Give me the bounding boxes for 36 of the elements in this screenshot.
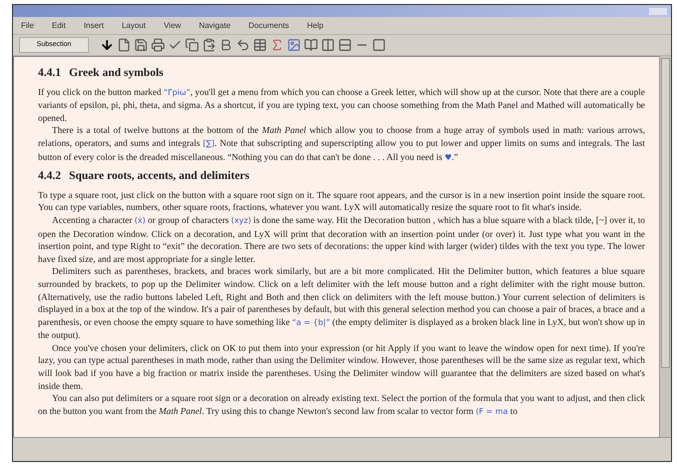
section-title: Square roots, accents, and delimiters (69, 170, 250, 183)
paragraph: Delimiters such as parentheses, brackets, and braces work similarly, but are a bit more complicated. Hit the Delimiter button, which features a blue square surrounded by brackets, to pop up the Delimiter window. Click on a left delimiter with the left mouse button and a right delimiter with the right mouse button. (Alternatively, use the radio buttons labeled Left, Right and Both and then click on delimiters with the left mouse button.) Your current selection of delimiters is displayed in a box at the top of the window. It's a pair of parentheses by default, but with this general selection method you can choose a pair of braces, a brace and a parenthesis, or even choose the empty square to have something like “a = {b|” (the empty delimiter is displayed as a broken black line in LyX, but won't show up in the output). (38, 265, 645, 342)
toolbar-icon[interactable] (287, 38, 301, 52)
section-title: Greek and symbols (69, 67, 164, 80)
arrow-down-icon[interactable] (100, 38, 114, 52)
toolbar-icon[interactable] (270, 38, 284, 52)
menu-item[interactable]: Insert (84, 20, 104, 32)
toolbar-icon[interactable] (219, 38, 233, 52)
toolbar-icon[interactable] (372, 38, 386, 52)
toolbar-icon[interactable] (151, 38, 165, 52)
paragraph: Once you've chosen your delimiters, click on OK to put them into your expression (or hit Apply if you want to leave the window open for next time). If you're lazy, you can type actual parentheses in math mode, rather than using the Delimiter window. However, those parentheses will be the same size as regular text, which will look bad if you have a big fraction or matrix inside the parentheses. Using the Delimiter window will guarantee that the delimiters are sized based on what's inside them. (38, 342, 645, 392)
toolbar-icon[interactable] (321, 38, 335, 52)
menu-item[interactable]: Navigate (198, 20, 231, 32)
toolbar-icon[interactable] (134, 38, 148, 52)
scrollbar-thumb[interactable] (661, 58, 670, 368)
paragraph: You can also put delimiters or a square root sign or a decoration on already existing text. Select the portion of the formula that you want to adjust, and then click on the button you want from the Math Panel. Try using this to change Newton's second law from scalar to vector form (F = ma to (38, 392, 645, 418)
toolbar-icon[interactable] (236, 38, 250, 52)
paragraph: There is a total of twelve buttons at the bottom of the Math Panel which allow you to choose from a huge array of symbols used in math: various arrows, relations, operators, and sums and integrals [∑]. Note that subscripting and superscripting allow you to put lower and upper limits on sums and integrals. The last button of every color is the dreaded miscellaneous. “Nothing you can do that can't be done . . . All you need is ♥.” (38, 124, 645, 164)
toolbar-icon[interactable] (202, 38, 216, 52)
menu-item[interactable]: View (164, 20, 181, 32)
toolbar-icon[interactable] (304, 38, 318, 52)
menu-item[interactable]: Layout (122, 20, 146, 32)
menu-item[interactable]: File (21, 20, 34, 32)
paragraph: If you click on the button marked “Γpiω”, you'll get a menu from which you can choose a Greek letter, which will show up at the cursor. Note that there are a couple variants of epsilon, pi, phi, theta, and sigma. As a shortcut, if you are typing text, you can choose something from the Math Panel and Mathed will automatically be opened. (38, 86, 645, 124)
paragraph: To type a square root, just click on the button with a square root sign on it. The square root appears, and the cursor is in a new insertion point inside the square root. You can type variables, numbers, other square roots, fractions, whatever you want. LyX will automatically resize the square root to fit what's inside. (38, 188, 645, 214)
section-number: 4.4.2 (38, 170, 61, 183)
menu-item[interactable]: Help (306, 20, 324, 32)
toolbar-icon[interactable] (117, 38, 131, 52)
scrollbar[interactable] (659, 56, 671, 437)
toolbar-icon[interactable] (253, 38, 267, 52)
section-number: 4.4.1 (38, 67, 61, 80)
paragraph: Accenting a character (ẋ) or group of characters (xyz) is done the same way. Hit the Decoration button , which has a blue square with a black tilde, [~] over it, to open the Decoration window. Click on a decoration, and LyX will print that decoration with an insertion point under (or over) it. Just type what you want in the insertion point, and type Right to “exit” the decoration. There are two sets of decorations: the upper kind with larger (wider) tildes with the text you type. The lower have fixed size, and are most appropriate for a single letter. (38, 214, 645, 266)
menu-item[interactable]: Documents (248, 20, 289, 32)
toolbar-icon[interactable] (338, 38, 352, 52)
menu-item[interactable]: Edit (52, 20, 66, 32)
toolbar-icon[interactable] (185, 38, 199, 52)
